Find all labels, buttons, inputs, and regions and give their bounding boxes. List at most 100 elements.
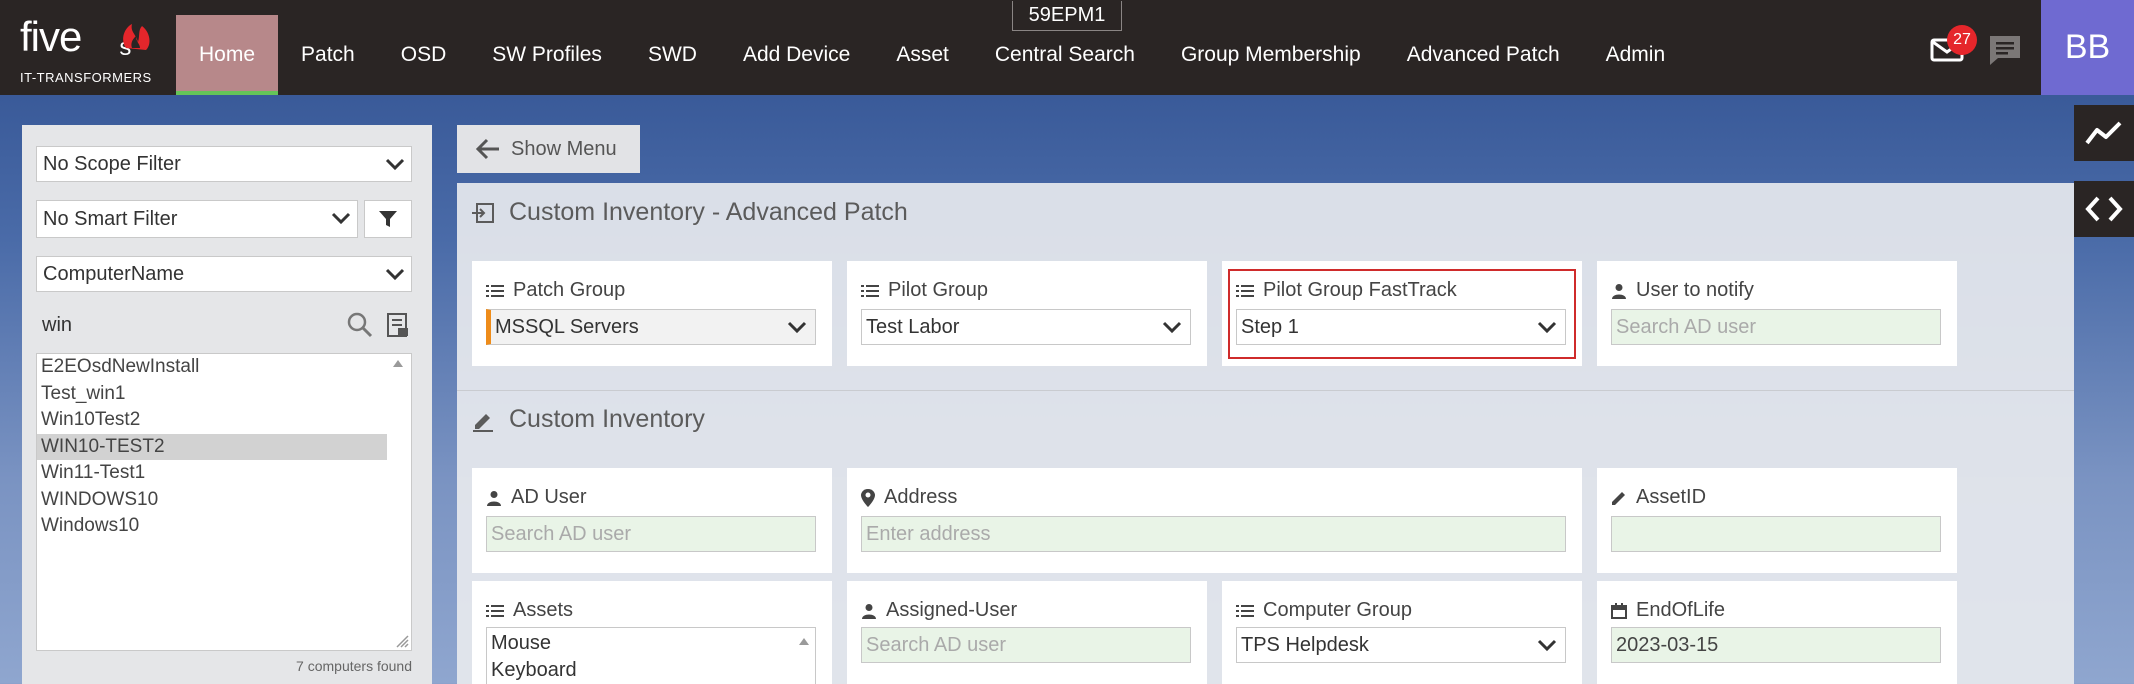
nav-add-device[interactable]: Add Device	[720, 15, 873, 95]
end-of-life-card: EndOfLife 2023-03-15	[1597, 581, 1957, 684]
scope-filter-select[interactable]: No Scope Filter	[36, 146, 412, 182]
search-icon[interactable]	[346, 311, 374, 339]
section-title-text: Custom Inventory	[509, 405, 705, 433]
nav-osd[interactable]: OSD	[378, 15, 470, 95]
map-pin-icon	[861, 488, 875, 507]
scope-filter-value: No Scope Filter	[43, 152, 181, 175]
search-field-value: ComputerName	[43, 262, 185, 285]
list-item[interactable]: Win11-Test1	[37, 460, 387, 487]
nav-central-search[interactable]: Central Search	[972, 15, 1158, 95]
nav-asset[interactable]: Asset	[873, 15, 972, 95]
chevron-down-icon	[1537, 639, 1557, 652]
flame-icon	[123, 24, 150, 50]
pilot-group-label: Pilot Group	[861, 279, 988, 302]
ad-user-card: AD User Search AD user	[472, 468, 832, 573]
computer-filter-panel: No Scope Filter No Smart Filter Computer…	[22, 125, 432, 684]
computer-group-select[interactable]: TPS Helpdesk	[1236, 627, 1566, 663]
computer-search-input[interactable]: win	[36, 306, 412, 344]
chevron-down-icon	[385, 158, 405, 171]
scroll-up-arrow[interactable]	[799, 638, 809, 645]
user-avatar[interactable]: BB	[2041, 0, 2134, 95]
trend-line-icon	[2085, 121, 2122, 145]
scroll-up-arrow[interactable]	[393, 360, 403, 367]
list-item[interactable]: Windows10	[37, 513, 387, 540]
main-content-panel: Custom Inventory - Advanced Patch Patch …	[457, 183, 2074, 684]
ad-user-input[interactable]: Search AD user	[486, 516, 816, 552]
list-item[interactable]: Mouse	[491, 630, 811, 657]
address-card: Address Enter address	[847, 468, 1582, 573]
assets-list[interactable]: Mouse Keyboard	[486, 627, 816, 684]
end-of-life-label: EndOfLife	[1611, 599, 1725, 622]
user-notify-input[interactable]: Search AD user	[1611, 309, 1941, 345]
assigned-user-card: Assigned-User Search AD user	[847, 581, 1207, 684]
code-tool-button[interactable]	[2074, 181, 2134, 237]
filter-button[interactable]	[364, 200, 412, 238]
assets-label: Assets	[486, 599, 573, 622]
pilot-fasttrack-card: Pilot Group FastTrack Step 1	[1222, 261, 1582, 366]
section-divider	[457, 390, 2074, 391]
smart-filter-select[interactable]: No Smart Filter	[36, 200, 358, 238]
top-navigation-bar: five s IT-TRANSFORMERS 59EPM1 Home Patch …	[0, 0, 2134, 95]
patch-group-label: Patch Group	[486, 279, 625, 302]
code-brackets-icon	[2085, 196, 2123, 222]
chevron-down-icon	[331, 212, 351, 225]
user-notify-card: User to notify Search AD user	[1597, 261, 1957, 366]
list-item[interactable]: WINDOWS10	[37, 487, 387, 514]
asset-id-input[interactable]	[1611, 516, 1941, 552]
computers-found-count: 7 computers found	[296, 658, 412, 674]
logo-subtitle: IT-TRANSFORMERS	[20, 70, 152, 85]
show-menu-button[interactable]: Show Menu	[457, 125, 640, 173]
address-input[interactable]: Enter address	[861, 516, 1566, 552]
pilot-group-select[interactable]: Test Labor	[861, 309, 1191, 345]
list-icon	[1236, 604, 1254, 617]
fives-logo[interactable]: five s IT-TRANSFORMERS	[20, 13, 170, 86]
section-title-text: Custom Inventory - Advanced Patch	[509, 198, 908, 226]
search-input-value: win	[42, 313, 73, 336]
list-item[interactable]: Test_win1	[37, 381, 387, 408]
calendar-icon	[1611, 602, 1627, 619]
list-icon	[486, 284, 504, 297]
list-item-selected[interactable]: WIN10-TEST2	[37, 433, 387, 460]
highlight-box	[1228, 269, 1576, 359]
end-of-life-input[interactable]: 2023-03-15	[1611, 627, 1941, 663]
chat-icon[interactable]	[1988, 34, 2022, 66]
assigned-user-label: Assigned-User	[861, 599, 1017, 622]
list-item[interactable]: E2EOsdNewInstall	[37, 354, 387, 381]
nav-patch[interactable]: Patch	[278, 15, 378, 95]
person-icon	[862, 603, 876, 619]
asset-id-label: AssetID	[1611, 486, 1706, 509]
patch-group-select[interactable]: MSSQL Servers	[486, 309, 816, 345]
chevron-down-icon	[385, 268, 405, 281]
nav-home[interactable]: Home	[176, 15, 279, 95]
nav-swd[interactable]: SWD	[625, 15, 720, 95]
assigned-user-input[interactable]: Search AD user	[861, 627, 1191, 663]
resize-handle-icon[interactable]	[393, 632, 409, 648]
list-item[interactable]: Keyboard	[491, 657, 811, 684]
smart-filter-value: No Smart Filter	[43, 207, 178, 230]
funnel-icon	[379, 211, 397, 227]
pilot-group-card: Pilot Group Test Labor	[847, 261, 1207, 366]
analytics-tool-button[interactable]	[2074, 105, 2134, 161]
mail-count-badge: 27	[1947, 25, 1977, 55]
arrow-left-icon	[475, 138, 499, 160]
logo-word: five	[20, 13, 82, 60]
patch-group-card: Patch Group MSSQL Servers	[472, 261, 832, 366]
asset-id-card: AssetID	[1597, 468, 1957, 573]
list-icon	[486, 604, 504, 617]
assets-card: Assets Mouse Keyboard	[472, 581, 832, 684]
computer-group-label: Computer Group	[1236, 599, 1412, 622]
export-list-icon[interactable]	[386, 312, 410, 338]
computer-list[interactable]: E2EOsdNewInstall Test_win1 Win10Test2 WI…	[36, 353, 412, 651]
nav-advanced-patch[interactable]: Advanced Patch	[1384, 15, 1583, 95]
pencil-icon	[1612, 491, 1625, 505]
nav-admin[interactable]: Admin	[1583, 15, 1689, 95]
user-notify-label: User to notify	[1611, 279, 1754, 302]
nav-group-membership[interactable]: Group Membership	[1158, 15, 1384, 95]
chevron-down-icon	[1162, 321, 1182, 334]
person-icon	[487, 490, 501, 506]
search-field-select[interactable]: ComputerName	[36, 256, 412, 292]
main-nav: Home Patch OSD SW Profiles SWD Add Devic…	[176, 15, 1688, 95]
list-item[interactable]: Win10Test2	[37, 407, 387, 434]
computer-group-card: Computer Group TPS Helpdesk	[1222, 581, 1582, 684]
nav-sw-profiles[interactable]: SW Profiles	[469, 15, 625, 95]
